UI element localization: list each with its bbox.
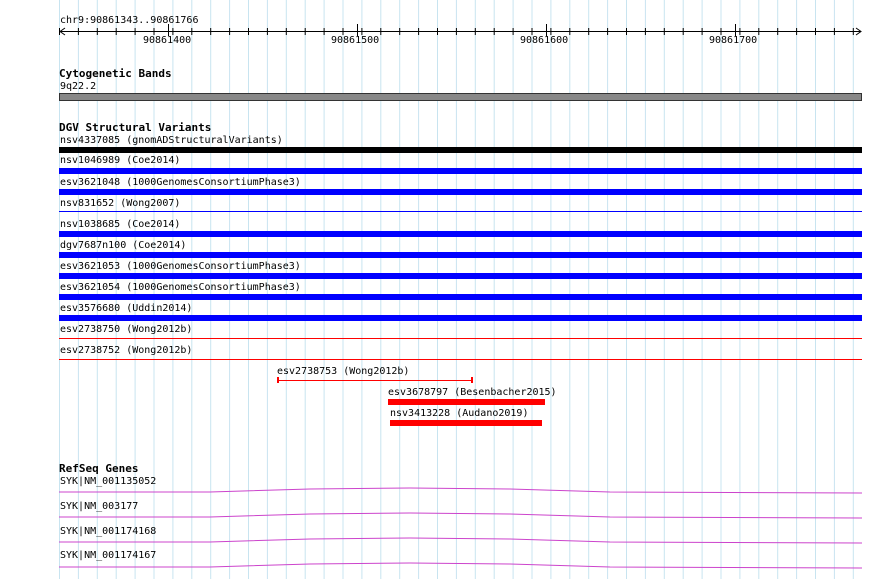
gene-models <box>59 487 863 569</box>
gene-model[interactable] <box>59 512 863 519</box>
gene-model[interactable] <box>59 537 863 544</box>
gene-model[interactable] <box>59 562 863 569</box>
gene-model[interactable] <box>59 487 863 494</box>
